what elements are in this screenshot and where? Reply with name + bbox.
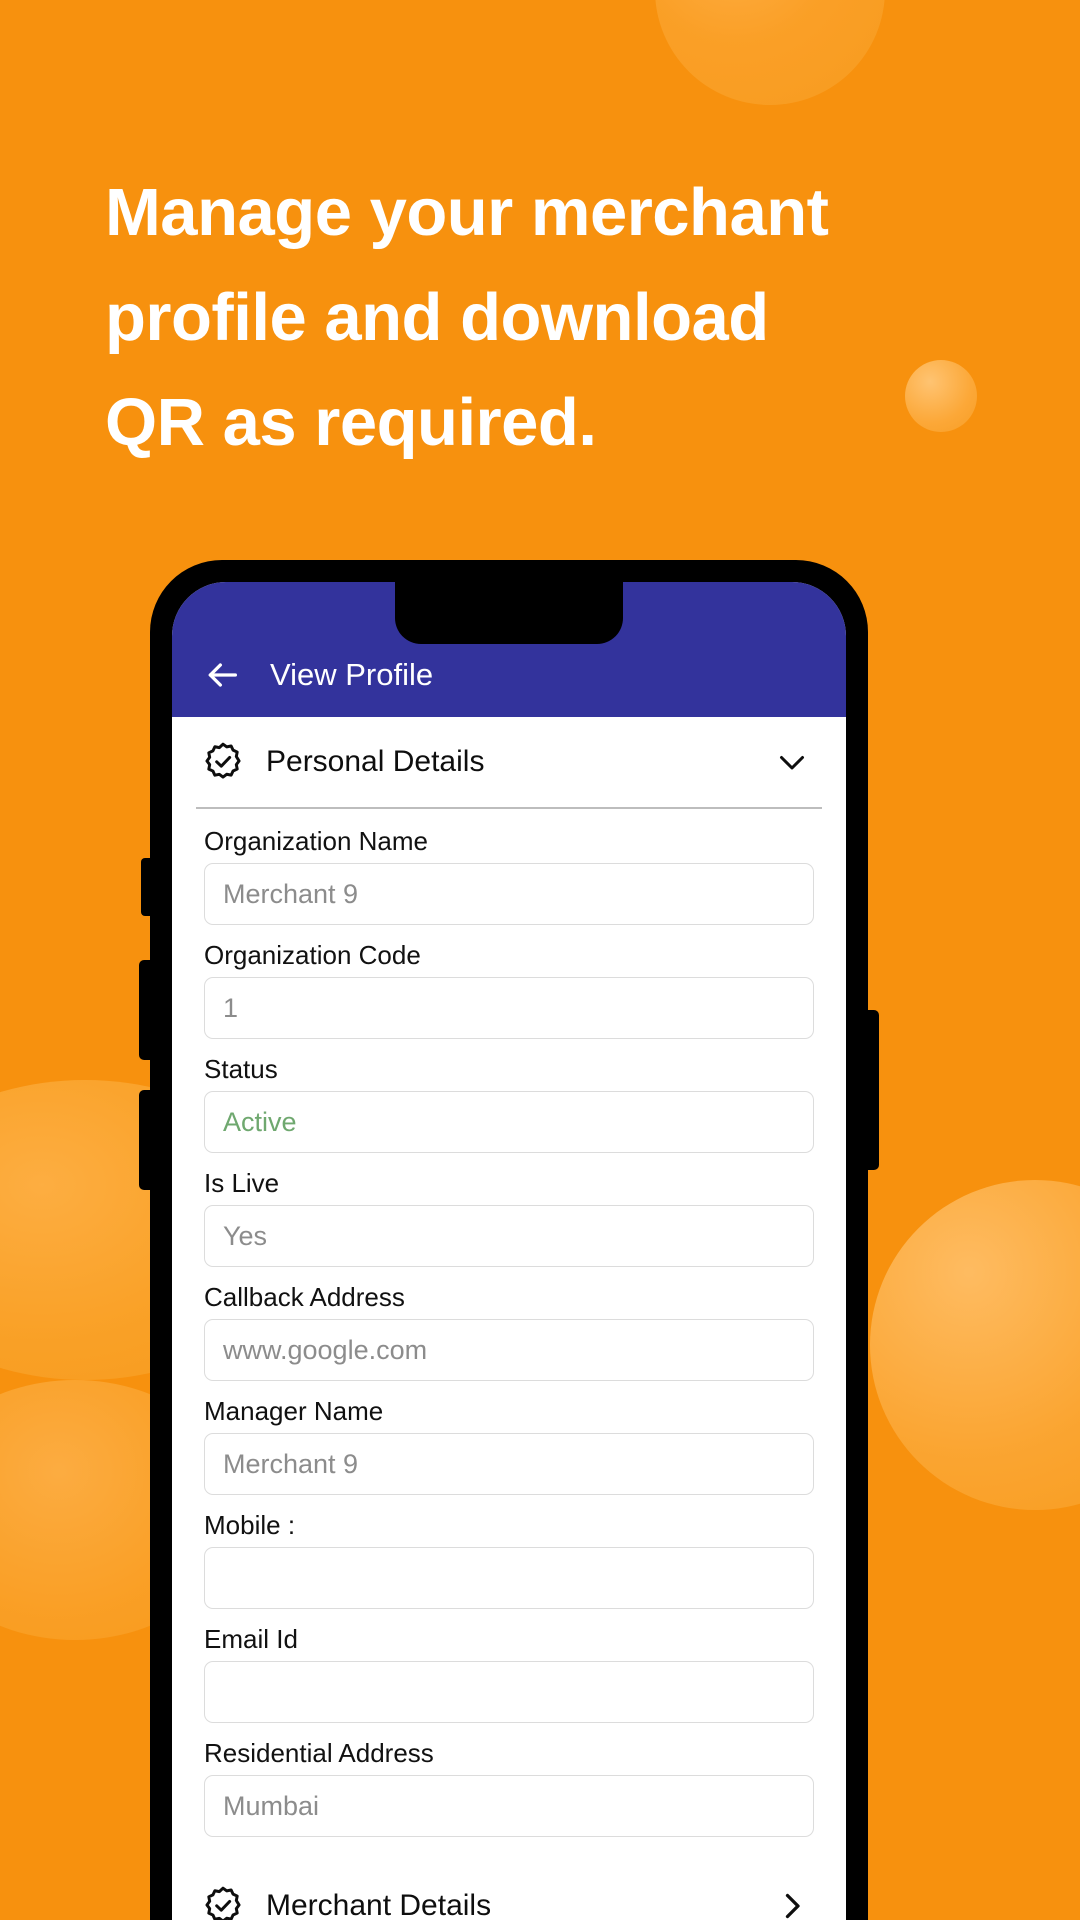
personal-details-fields: Organization Name Merchant 9 Organizatio… xyxy=(196,809,822,1837)
section-header-personal-details[interactable]: Personal Details xyxy=(196,717,822,809)
decorative-circle-top-right xyxy=(655,0,885,105)
field-is-live: Is Live Yes xyxy=(204,1161,814,1267)
field-organization-code: Organization Code 1 xyxy=(204,933,814,1039)
field-residential-address: Residential Address Mumbai xyxy=(204,1731,814,1837)
headline-line-1: Manage your merchant xyxy=(105,175,829,250)
field-input[interactable]: Yes xyxy=(204,1205,814,1267)
decorative-circle-right xyxy=(870,1180,1080,1510)
phone-notch xyxy=(395,582,623,644)
field-label: Is Live xyxy=(204,1168,280,1198)
section-label: Merchant Details xyxy=(266,1889,492,1920)
field-label: Email Id xyxy=(204,1624,298,1654)
field-input[interactable] xyxy=(204,1661,814,1723)
promo-screen: Manage your merchant profile and downloa… xyxy=(0,0,1080,1920)
field-input[interactable]: www.google.com xyxy=(204,1319,814,1381)
promo-headline: Manage your merchant profile and downloa… xyxy=(105,160,985,475)
field-label: Status xyxy=(204,1054,278,1084)
phone-mockup: View Profile Personal Details Organizati… xyxy=(139,560,879,1920)
phone-volume-down-button[interactable] xyxy=(139,1090,151,1190)
phone-power-button[interactable] xyxy=(867,1010,879,1170)
chevron-down-icon[interactable] xyxy=(774,744,814,780)
field-status: Status Active xyxy=(204,1047,814,1153)
field-input[interactable]: Merchant 9 xyxy=(204,863,814,925)
phone-mute-switch[interactable] xyxy=(141,858,151,916)
field-callback-address: Callback Address www.google.com xyxy=(204,1275,814,1381)
verified-badge-icon xyxy=(202,741,244,783)
headline-line-3: QR as required. xyxy=(105,385,597,460)
field-value: www.google.com xyxy=(223,1334,428,1365)
back-arrow-icon[interactable] xyxy=(202,655,242,695)
field-input[interactable]: Mumbai xyxy=(204,1775,814,1837)
field-label: Organization Code xyxy=(204,940,421,970)
verified-badge-icon xyxy=(202,1885,244,1920)
page-title: View Profile xyxy=(270,657,434,692)
field-label: Manager Name xyxy=(204,1396,384,1426)
chevron-right-icon[interactable] xyxy=(774,1888,814,1920)
phone-volume-up-button[interactable] xyxy=(139,960,151,1060)
field-mobile: Mobile : xyxy=(204,1503,814,1609)
field-label: Callback Address xyxy=(204,1282,405,1312)
section-header-merchant-details[interactable]: Merchant Details xyxy=(196,1861,822,1920)
field-label: Residential Address xyxy=(204,1738,434,1768)
field-input[interactable]: Active xyxy=(204,1091,814,1153)
profile-content: Personal Details Organization Name Merch… xyxy=(172,717,846,1920)
phone-screen: View Profile Personal Details Organizati… xyxy=(172,582,846,1920)
headline-line-2: profile and download xyxy=(105,280,769,355)
field-email-id: Email Id xyxy=(204,1617,814,1723)
field-organization-name: Organization Name Merchant 9 xyxy=(204,819,814,925)
field-input[interactable]: 1 xyxy=(204,977,814,1039)
field-value: Mumbai xyxy=(223,1790,320,1821)
section-label: Personal Details xyxy=(266,745,485,778)
field-value: Active xyxy=(223,1106,297,1137)
field-label: Mobile : xyxy=(204,1510,296,1540)
field-value: Merchant 9 xyxy=(223,878,359,909)
field-value: Merchant 9 xyxy=(223,1448,359,1479)
field-input[interactable]: Merchant 9 xyxy=(204,1433,814,1495)
field-value: 1 xyxy=(223,992,239,1023)
field-input[interactable] xyxy=(204,1547,814,1609)
field-value: Yes xyxy=(223,1220,268,1251)
field-label: Organization Name xyxy=(204,826,428,856)
field-manager-name: Manager Name Merchant 9 xyxy=(204,1389,814,1495)
